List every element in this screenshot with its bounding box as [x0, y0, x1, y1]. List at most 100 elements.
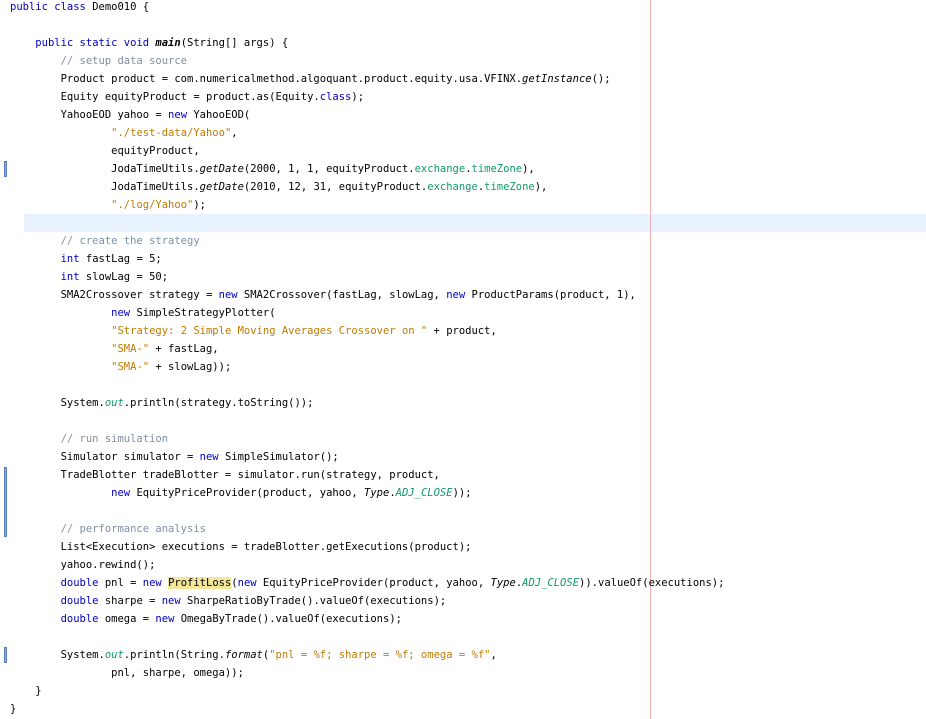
code-line[interactable]: double sharpe = new SharpeRatioByTrade()…: [10, 592, 447, 610]
code-line[interactable]: System.out.println(strategy.toString());: [10, 394, 314, 412]
code-token: ();: [591, 73, 611, 85]
code-token: + fastLag,: [149, 343, 219, 355]
code-token: SimpleSimulator();: [218, 451, 339, 463]
code-token: ADJ_CLOSE: [522, 577, 580, 589]
code-editor[interactable]: public class Demo010 { public static voi…: [0, 0, 926, 719]
code-token: }: [10, 703, 17, 715]
code-token: SimpleStrategyPlotter(: [130, 307, 276, 319]
change-marker[interactable]: [4, 467, 7, 537]
code-token: // run simulation: [60, 433, 169, 445]
code-token: sharpe =: [98, 595, 162, 607]
code-line[interactable]: double omega = new OmegaByTrade().valueO…: [10, 610, 402, 628]
code-line[interactable]: YahooEOD yahoo = new YahooEOD(: [10, 106, 251, 124]
code-token: // create the strategy: [60, 235, 200, 247]
code-token: new: [446, 289, 466, 301]
code-token: "./test-data/Yahoo": [111, 127, 232, 139]
code-token: SMA2Crossover strategy =: [10, 289, 219, 301]
code-token: ADJ_CLOSE: [395, 487, 453, 499]
code-line[interactable]: "Strategy: 2 Simple Moving Averages Cros…: [10, 322, 497, 340]
code-token: JodaTimeUtils.: [10, 181, 200, 193]
code-token: ),: [534, 181, 548, 193]
code-token: Demo010 {: [92, 1, 150, 13]
code-token: double: [60, 577, 99, 589]
code-token: yahoo.rewind();: [10, 559, 156, 571]
code-line[interactable]: int fastLag = 5;: [10, 250, 162, 268]
code-token: System.: [10, 649, 105, 661]
code-line[interactable]: public static void main(String[] args) {: [10, 34, 288, 52]
code-token: Equity equityProduct = product.as(Equity…: [10, 91, 320, 103]
code-line[interactable]: // performance analysis: [10, 520, 206, 538]
code-line[interactable]: yahoo.rewind();: [10, 556, 156, 574]
code-token: new: [218, 289, 238, 301]
code-token: EquityPriceProvider(product, yahoo,: [256, 577, 491, 589]
code-token: EquityPriceProvider(product, yahoo,: [130, 487, 365, 499]
code-token: public class: [10, 1, 93, 13]
code-token: TradeBlotter tradeBlotter = simulator.ru…: [10, 469, 440, 481]
change-marker[interactable]: [4, 161, 7, 177]
code-line[interactable]: "./log/Yahoo");: [10, 196, 206, 214]
change-marker[interactable]: [4, 647, 7, 663]
code-line[interactable]: TradeBlotter tradeBlotter = simulator.ru…: [10, 466, 440, 484]
code-line[interactable]: double pnl = new ProfitLoss(new EquityPr…: [10, 574, 724, 592]
code-token: omega =: [98, 613, 156, 625]
code-token: ),: [522, 163, 535, 175]
code-token: );: [193, 199, 206, 211]
code-line[interactable]: // setup data source: [10, 52, 187, 70]
code-token: slowLag = 50;: [79, 271, 169, 283]
code-line[interactable]: pnl, sharpe, omega));: [10, 664, 244, 682]
code-token: double: [60, 613, 99, 625]
code-line[interactable]: new EquityPriceProvider(product, yahoo, …: [10, 484, 471, 502]
code-line[interactable]: JodaTimeUtils.getDate(2010, 12, 31, equi…: [10, 178, 547, 196]
code-line[interactable]: equityProduct,: [10, 142, 200, 160]
code-token: SharpeRatioByTrade().valueOf(executions)…: [180, 595, 447, 607]
code-token: (2000, 1, 1, equityProduct.: [243, 163, 415, 175]
code-line[interactable]: // create the strategy: [10, 232, 200, 250]
code-line[interactable]: SMA2Crossover strategy = new SMA2Crossov…: [10, 286, 636, 304]
code-token: System.: [10, 397, 105, 409]
code-token: getDate: [199, 181, 244, 193]
code-line[interactable]: int slowLag = 50;: [10, 268, 168, 286]
code-line[interactable]: "SMA-" + slowLag));: [10, 358, 231, 376]
code-line[interactable]: // run simulation: [10, 430, 168, 448]
code-line[interactable]: Simulator simulator = new SimpleSimulato…: [10, 448, 339, 466]
current-line-highlight: [24, 214, 926, 232]
code-token: timeZone: [471, 163, 523, 175]
code-line[interactable]: System.out.println(String.format("pnl = …: [10, 646, 497, 664]
code-line[interactable]: "./test-data/Yahoo",: [10, 124, 238, 142]
print-margin-line: [650, 0, 651, 719]
code-token: (2010, 12, 31, equityProduct.: [243, 181, 428, 193]
code-line[interactable]: Equity equityProduct = product.as(Equity…: [10, 88, 364, 106]
code-line[interactable]: JodaTimeUtils.getDate(2000, 1, 1, equity…: [10, 160, 535, 178]
code-token: "SMA-": [111, 361, 150, 373]
code-line[interactable]: public class Demo010 {: [10, 0, 149, 16]
code-line[interactable]: "SMA-" + fastLag,: [10, 340, 219, 358]
code-token: )).valueOf(executions);: [579, 577, 725, 589]
code-line[interactable]: }: [10, 682, 41, 700]
code-token: pnl, sharpe, omega));: [10, 667, 244, 679]
code-token: Product product = com.numericalmethod.al…: [10, 73, 523, 85]
code-line[interactable]: Product product = com.numericalmethod.al…: [10, 70, 611, 88]
code-token: "./log/Yahoo": [111, 199, 194, 211]
code-token: ,: [231, 127, 238, 139]
code-token: class: [319, 91, 352, 103]
code-token: ProductParams(product, 1),: [465, 289, 636, 301]
code-token: OmegaByTrade().valueOf(executions);: [174, 613, 402, 625]
code-line[interactable]: List<Execution> executions = tradeBlotte…: [10, 538, 472, 556]
code-token: double: [60, 595, 99, 607]
code-token: main: [155, 37, 181, 49]
code-token: );: [351, 91, 365, 103]
code-token: Simulator simulator =: [10, 451, 200, 463]
code-line[interactable]: new SimpleStrategyPlotter(: [10, 304, 276, 322]
code-line[interactable]: }: [10, 700, 16, 718]
code-token: pnl =: [98, 577, 143, 589]
